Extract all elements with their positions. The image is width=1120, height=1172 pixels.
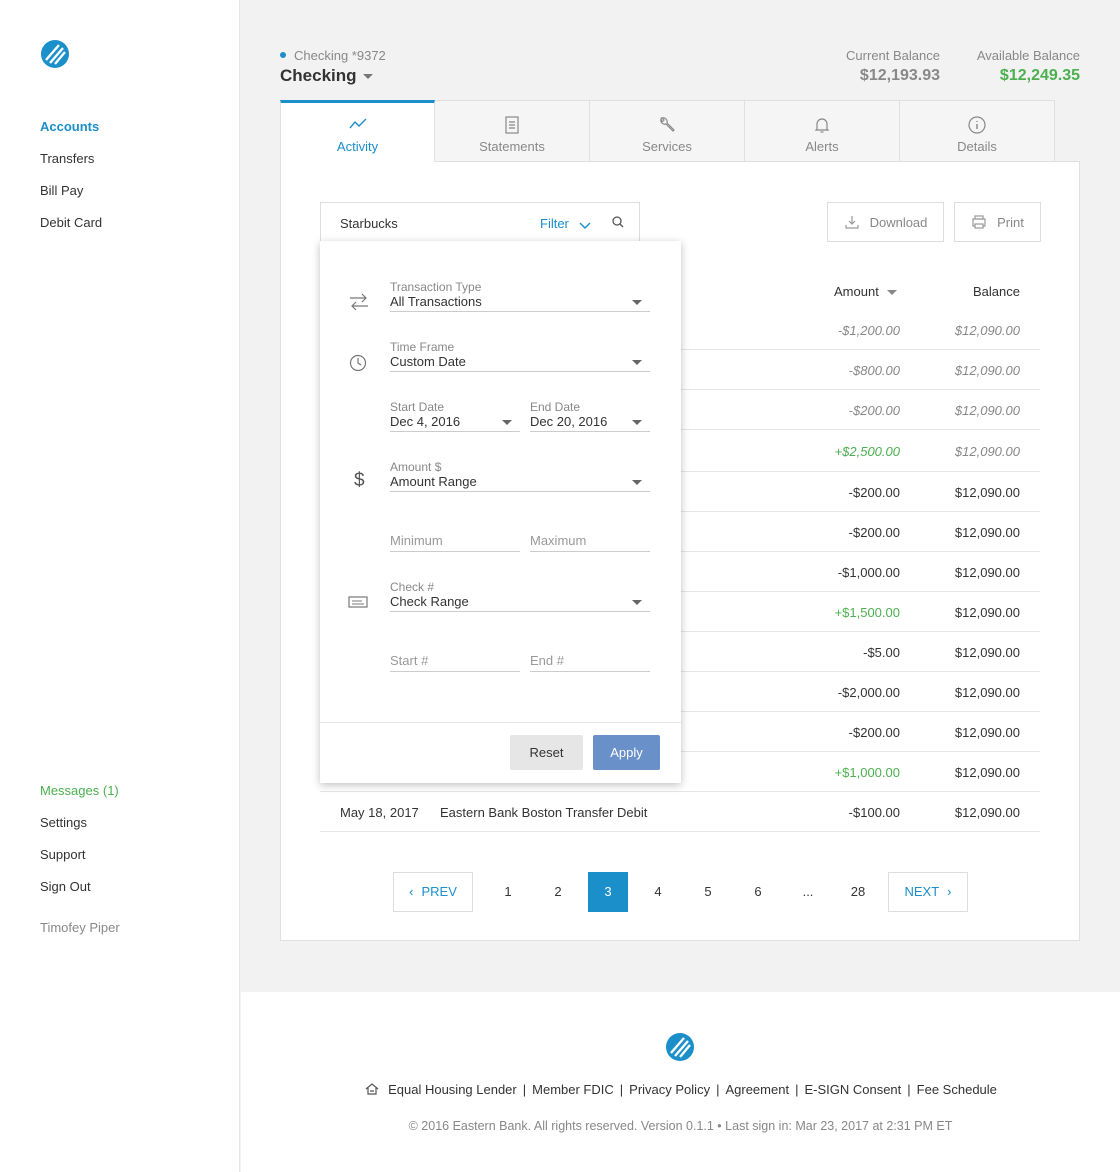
transaction-type-select[interactable]: Transaction Type All Transactions <box>390 280 650 312</box>
prev-page-button[interactable]: ‹ PREV <box>393 872 473 912</box>
tab-services[interactable]: Services <box>590 100 745 162</box>
sort-caret-icon <box>886 290 897 296</box>
footer-link-agreement[interactable]: Agreement <box>725 1082 789 1097</box>
transfer-arrows-icon <box>350 293 368 311</box>
chevron-down-icon <box>579 222 591 229</box>
search-icon[interactable] <box>611 215 625 229</box>
available-balance: Available Balance $12,249.35 <box>976 48 1080 84</box>
dropdown-arrow-icon <box>502 420 512 425</box>
document-icon <box>505 116 519 134</box>
nav-settings[interactable]: Settings <box>40 814 119 846</box>
minimum-amount-input[interactable]: Minimum <box>390 520 520 552</box>
dropdown-arrow-icon <box>632 360 642 365</box>
status-dot <box>280 51 286 58</box>
nav-sign-out[interactable]: Sign Out <box>40 878 119 910</box>
amount-range-select[interactable]: Amount $ Amount Range <box>390 460 650 492</box>
user-name: Timofey Piper <box>40 920 120 935</box>
main-nav: Accounts Transfers Bill Pay Debit Card <box>40 118 102 246</box>
nav-debit-card[interactable]: Debit Card <box>40 214 102 246</box>
download-button[interactable]: Download <box>827 202 944 242</box>
nav-bill-pay[interactable]: Bill Pay <box>40 182 102 214</box>
caret-down-icon <box>362 74 373 80</box>
end-check-input[interactable]: End # <box>530 640 650 672</box>
page-3-current[interactable]: 3 <box>588 872 628 912</box>
search-bar[interactable]: Starbucks Filter <box>320 202 640 242</box>
footer-link-equal-housing[interactable]: Equal Housing Lender <box>388 1082 517 1097</box>
table-row[interactable]: May 18, 2017 Eastern Bank Boston Transfe… <box>320 792 1040 832</box>
amount-header[interactable]: Amount <box>834 284 897 299</box>
nav-support[interactable]: Support <box>40 846 119 878</box>
footer-link-esign[interactable]: E-SIGN Consent <box>804 1082 901 1097</box>
chevron-left-icon: ‹ <box>409 884 414 899</box>
page-5[interactable]: 5 <box>688 872 728 912</box>
dollar-icon: $ <box>354 470 365 491</box>
page-2[interactable]: 2 <box>538 872 578 912</box>
tab-activity[interactable]: Activity <box>280 100 435 162</box>
footer-links: Equal Housing Lender | Member FDIC | Privacy… <box>241 1082 1120 1097</box>
copyright: © 2016 Eastern Bank. All rights reserved… <box>408 1119 953 1133</box>
info-icon <box>968 116 986 134</box>
tab-alerts[interactable]: Alerts <box>745 100 900 162</box>
apply-button[interactable]: Apply <box>593 735 660 770</box>
current-balance: Current Balance $12,193.93 <box>846 48 940 84</box>
footer-link-privacy[interactable]: Privacy Policy <box>629 1082 710 1097</box>
start-date-select[interactable]: Start Date Dec 4, 2016 <box>390 400 520 432</box>
sidebar: Accounts Transfers Bill Pay Debit Card M… <box>0 0 240 1172</box>
secondary-nav: Messages (1) Settings Support Sign Out <box>40 782 119 910</box>
account-tabs: Activity Statements Services Alerts Deta… <box>280 100 1055 162</box>
page-28[interactable]: 28 <box>838 872 878 912</box>
clock-icon <box>349 354 367 372</box>
filter-toggle[interactable]: Filter <box>540 216 591 231</box>
pagination: ‹ PREV 1 2 3 4 5 6 ... 28 NEXT › <box>281 872 1081 912</box>
start-check-input[interactable]: Start # <box>390 640 520 672</box>
house-icon <box>365 1083 379 1095</box>
dropdown-arrow-icon <box>632 600 642 605</box>
printer-icon <box>972 215 986 229</box>
dropdown-arrow-icon <box>632 300 642 305</box>
filter-actions: Reset Apply <box>320 722 681 783</box>
check-icon <box>348 596 368 608</box>
time-frame-select[interactable]: Time Frame Custom Date <box>390 340 650 372</box>
page-4[interactable]: 4 <box>638 872 678 912</box>
dropdown-arrow-icon <box>632 480 642 485</box>
reset-button[interactable]: Reset <box>510 735 583 770</box>
account-subtitle: Checking *9372 <box>280 48 386 63</box>
check-range-select[interactable]: Check # Check Range <box>390 580 650 612</box>
page-ellipsis: ... <box>802 884 814 899</box>
print-button[interactable]: Print <box>954 202 1041 242</box>
end-date-select[interactable]: End Date Dec 20, 2016 <box>530 400 650 432</box>
footer: Equal Housing Lender | Member FDIC | Privacy… <box>241 992 1120 1172</box>
bank-logo-icon[interactable] <box>40 39 70 69</box>
row-date: May 18, 2017 <box>340 805 419 820</box>
nav-messages[interactable]: Messages (1) <box>40 782 119 814</box>
wrench-icon <box>660 117 675 132</box>
maximum-amount-input[interactable]: Maximum <box>530 520 650 552</box>
activity-icon <box>348 118 366 129</box>
bell-icon <box>814 118 830 133</box>
balance-header: Balance <box>973 284 1020 299</box>
footer-link-member-fdic[interactable]: Member FDIC <box>532 1082 614 1097</box>
row-description: Eastern Bank Boston Transfer Debit <box>440 805 648 820</box>
tab-details[interactable]: Details <box>900 100 1055 162</box>
account-selector[interactable]: Checking <box>280 66 373 86</box>
next-page-button[interactable]: NEXT › <box>888 872 968 912</box>
page-1[interactable]: 1 <box>488 872 528 912</box>
search-input[interactable]: Starbucks <box>340 216 398 231</box>
dropdown-arrow-icon <box>632 420 642 425</box>
nav-transfers[interactable]: Transfers <box>40 150 102 182</box>
nav-accounts[interactable]: Accounts <box>40 118 102 150</box>
bank-logo-icon[interactable] <box>665 1032 695 1062</box>
footer-link-fee-schedule[interactable]: Fee Schedule <box>917 1082 997 1097</box>
download-icon <box>844 216 859 229</box>
page-6[interactable]: 6 <box>738 872 778 912</box>
chevron-right-icon: › <box>947 884 952 899</box>
tab-statements[interactable]: Statements <box>435 100 590 162</box>
filter-panel: Transaction Type All Transactions Time Fr… <box>320 241 681 783</box>
